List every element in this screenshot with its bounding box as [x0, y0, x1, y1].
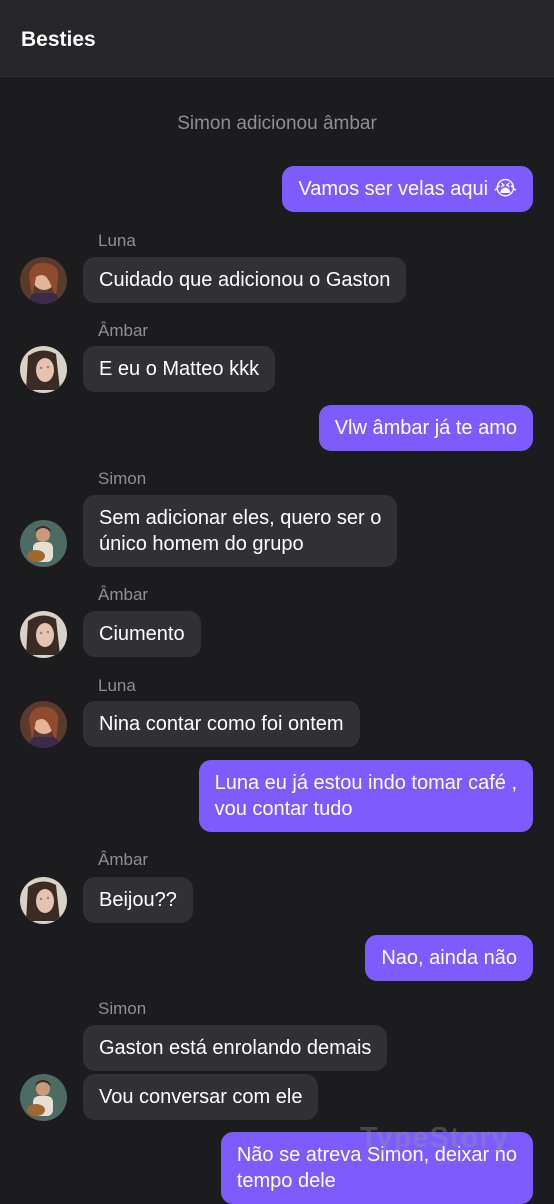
message-bubble-incoming[interactable]: Cuidado que adicionou o Gaston — [83, 257, 407, 303]
message-bubble-incoming[interactable]: Beijou?? — [83, 877, 193, 923]
sender-name: Âmbar — [98, 850, 149, 869]
message-bubble-outgoing[interactable]: Não se atreva Simon, deixar no tempo del… — [220, 1132, 533, 1204]
avatar-simon[interactable] — [20, 520, 67, 567]
chat-header: Besties — [0, 0, 554, 77]
message-bubble-incoming[interactable]: Sem adicionar eles, quero ser o único ho… — [83, 495, 398, 567]
message-bubble-outgoing[interactable]: Nao, ainda não — [365, 935, 533, 981]
message-bubble-outgoing[interactable]: Vamos ser velas aqui 😭 — [282, 166, 533, 212]
message-bubble-outgoing[interactable]: Vlw âmbar já te amo — [318, 405, 533, 451]
avatar-simon[interactable] — [20, 1074, 67, 1121]
avatar-ambar[interactable] — [20, 611, 67, 658]
message-bubble-outgoing[interactable]: Luna eu já estou indo tomar café , vou c… — [198, 760, 533, 832]
avatar-ambar[interactable] — [20, 877, 67, 924]
avatar-luna[interactable] — [20, 701, 67, 748]
message-bubble-incoming[interactable]: Nina contar como foi ontem — [83, 701, 360, 747]
sender-name: Luna — [98, 231, 136, 250]
sender-name: Simon — [98, 469, 147, 488]
message-bubble-incoming[interactable]: Gaston está enrolando demais — [83, 1025, 388, 1071]
sender-name: Âmbar — [98, 321, 149, 340]
sender-name: Luna — [98, 676, 136, 695]
avatar-ambar[interactable] — [20, 346, 67, 393]
sender-name: Âmbar — [98, 585, 149, 604]
message-bubble-incoming[interactable]: Ciumento — [83, 611, 201, 657]
chat-title[interactable]: Besties — [21, 25, 96, 55]
system-message: Simon adicionou âmbar — [177, 113, 377, 134]
message-bubble-incoming[interactable]: E eu o Matteo kkk — [83, 346, 276, 392]
avatar-luna[interactable] — [20, 257, 67, 304]
message-bubble-incoming[interactable]: Vou conversar com ele — [83, 1074, 319, 1120]
sender-name: Simon — [98, 999, 147, 1018]
